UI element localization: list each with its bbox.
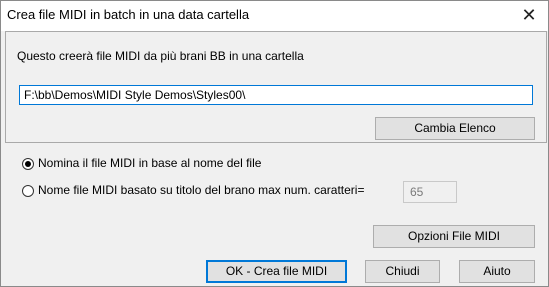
ok-create-midi-button[interactable]: OK - Crea file MIDI	[206, 260, 347, 283]
radio-name-by-title[interactable]	[22, 185, 34, 197]
help-button[interactable]: Aiuto	[459, 260, 535, 283]
description-text: Questo creerà file MIDI da più brani BB …	[17, 49, 304, 63]
radio-name-by-filename-label[interactable]: Nomina il file MIDI in base al nome del …	[38, 156, 261, 170]
max-chars-field[interactable]: 65	[403, 181, 457, 203]
window-title: Crea file MIDI in batch in una data cart…	[7, 7, 250, 22]
close-icon[interactable]: ✕	[518, 4, 540, 26]
radio-selected-dot	[25, 161, 31, 167]
radio-name-by-filename[interactable]	[22, 158, 34, 170]
close-button[interactable]: Chiudi	[365, 260, 440, 283]
dialog: Crea file MIDI in batch in una data cart…	[0, 0, 549, 287]
folder-path-input[interactable]: F:\bb\Demos\MIDI Style Demos\Styles00\	[19, 85, 533, 105]
radio-name-by-title-label[interactable]: Nome file MIDI basato su titolo del bran…	[38, 183, 364, 197]
change-list-button[interactable]: Cambia Elenco	[375, 117, 535, 140]
midi-options-button[interactable]: Opzioni File MIDI	[373, 225, 535, 248]
title-bar: Crea file MIDI in batch in una data cart…	[1, 1, 548, 31]
